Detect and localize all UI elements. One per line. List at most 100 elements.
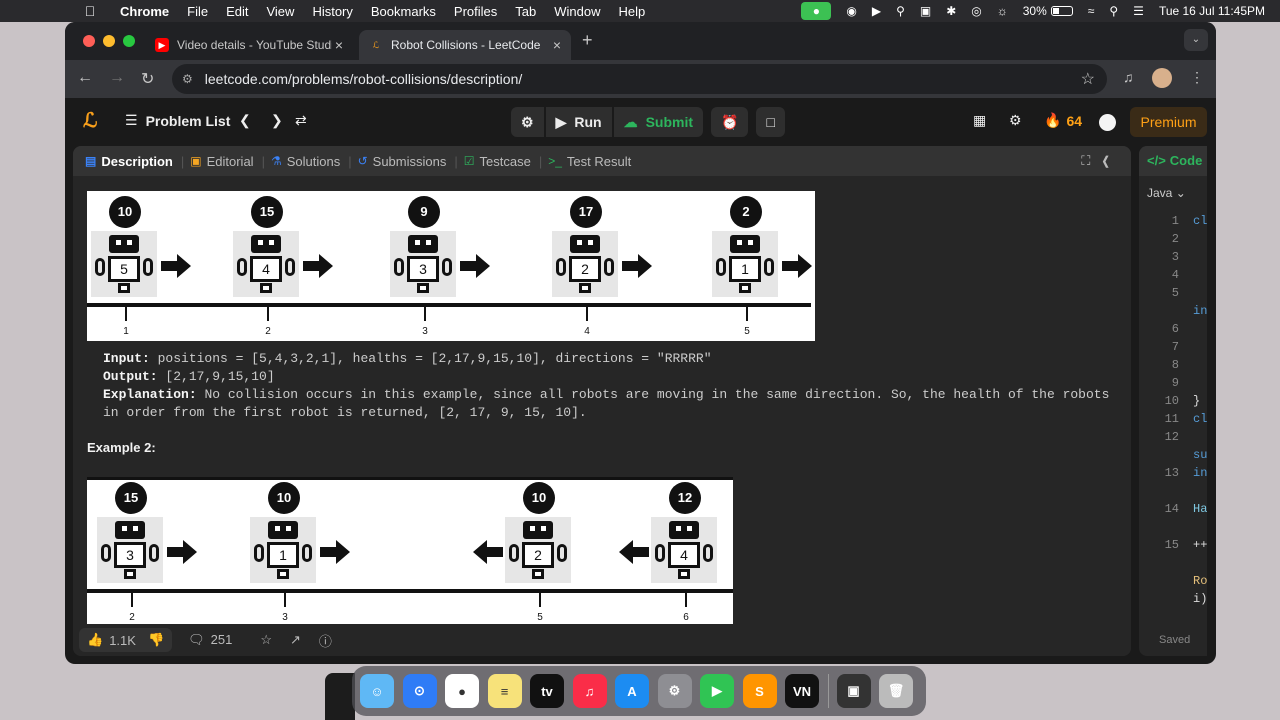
debug-icon[interactable]: ⚙: [511, 107, 544, 137]
minimize-window-button[interactable]: [103, 35, 115, 47]
maximize-window-button[interactable]: [123, 35, 135, 47]
menu-window[interactable]: Window: [554, 4, 600, 19]
menu-tab[interactable]: Tab: [515, 4, 536, 19]
submit-button[interactable]: ☁ Submit: [613, 107, 704, 137]
menu-edit[interactable]: Edit: [226, 4, 248, 19]
tab-leetcode[interactable]: ℒ Robot Collisions - LeetCode ×: [359, 30, 571, 60]
prev-problem-chevron-icon[interactable]: ❮: [239, 112, 251, 129]
play-icon[interactable]: ▶: [872, 4, 881, 18]
share-icon[interactable]: ↗: [290, 632, 301, 648]
language-select[interactable]: Java ⌄: [1147, 186, 1207, 200]
tab-youtube-studio[interactable]: ▶ Video details - YouTube Studio ×: [145, 30, 353, 60]
sublime-text-icon[interactable]: S: [742, 674, 777, 708]
code-panel-header[interactable]: </> Code: [1139, 146, 1207, 176]
layout-grid-icon[interactable]: ▦: [973, 112, 986, 129]
expand-icon[interactable]: ⛶: [1081, 153, 1102, 168]
url-text[interactable]: leetcode.com/problems/robot-collisions/d…: [205, 71, 522, 87]
timer-icon[interactable]: ⏰: [711, 107, 749, 137]
notes-icon[interactable]: ≡: [487, 674, 522, 708]
vn-editor-icon[interactable]: ▣: [836, 674, 871, 708]
robot-figure: 4: [651, 517, 717, 583]
favorite-star-icon[interactable]: ☆: [260, 632, 272, 648]
tab-editorial[interactable]: ▣ Editorial: [190, 154, 253, 169]
spotlight-search-icon[interactable]: ⚲: [1109, 4, 1118, 18]
problem-list-button[interactable]: ☰ Problem List: [125, 112, 230, 129]
new-tab-button[interactable]: +: [582, 30, 593, 51]
right-arrow-icon: [161, 254, 191, 278]
battery-icon: [1050, 6, 1073, 16]
finder-icon[interactable]: ☺: [360, 674, 394, 708]
facetime-icon[interactable]: ▶: [700, 674, 734, 708]
tab-label: Solutions: [286, 153, 341, 169]
menu-app-name[interactable]: Chrome: [120, 4, 169, 19]
thumbs-down-icon[interactable]: 👎: [148, 632, 164, 648]
robot-health-badge: 17: [570, 196, 602, 228]
vn-icon[interactable]: VN: [785, 674, 819, 708]
comments-button[interactable]: 🗨 251: [188, 632, 232, 648]
like-button[interactable]: 👍 1.1K 👎: [79, 628, 173, 652]
settings-gear-icon[interactable]: ⚙: [1009, 112, 1022, 129]
menu-profiles[interactable]: Profiles: [454, 4, 497, 19]
music-icon[interactable]: ♫: [572, 674, 607, 708]
control-center-icon[interactable]: ☰: [1133, 4, 1144, 18]
bookmark-star-icon[interactable]: ☆: [1081, 69, 1095, 89]
app-store-icon[interactable]: A: [615, 674, 649, 708]
tab-submissions[interactable]: ↺ Submissions: [358, 154, 447, 169]
apple-icon[interactable]: : [82, 3, 98, 19]
media-controls-icon[interactable]: ♫: [1123, 69, 1134, 85]
profile-avatar[interactable]: [1152, 68, 1172, 91]
robot-number-label: 2: [522, 542, 554, 568]
left-arrow-icon: [473, 540, 503, 564]
example-1-diagram: 10 5 1 15 4 2 9 3 3 17 2 4 2 1 5: [87, 191, 815, 341]
forward-icon[interactable]: →: [109, 69, 125, 87]
menu-file[interactable]: File: [187, 4, 208, 19]
clock[interactable]: Tue 16 Jul 11:45PM: [1159, 4, 1265, 18]
fork-icon[interactable]: ⚲: [896, 4, 905, 18]
leetcode-logo-icon[interactable]: ℒ: [83, 108, 97, 133]
trash-icon[interactable]: 🗑: [879, 674, 913, 708]
bluetooth-icon[interactable]: ✱: [946, 4, 956, 18]
next-problem-chevron-icon[interactable]: ❯: [271, 112, 283, 129]
close-window-button[interactable]: [83, 35, 95, 47]
notes-icon[interactable]: □: [756, 107, 785, 137]
back-icon[interactable]: ←: [77, 69, 93, 87]
menu-bookmarks[interactable]: Bookmarks: [371, 4, 436, 19]
brightness-icon[interactable]: ☼: [997, 4, 1008, 18]
address-bar[interactable]: ⚙ leetcode.com/problems/robot-collisions…: [172, 64, 1107, 94]
run-button[interactable]: ▶ Run: [545, 107, 612, 137]
leetcode-favicon-icon: ℒ: [372, 39, 380, 50]
site-info-icon[interactable]: ⚙: [182, 72, 193, 86]
airdrop-icon[interactable]: ◎: [971, 4, 981, 18]
tab-solutions[interactable]: ⚗ Solutions: [271, 154, 340, 169]
safari-icon[interactable]: ⊙: [402, 674, 437, 708]
camera-icon[interactable]: ●: [801, 2, 832, 20]
close-tab-icon[interactable]: ×: [335, 37, 343, 53]
right-arrow-icon: [460, 254, 490, 278]
tab-search-chevron-icon[interactable]: ⌄: [1184, 29, 1208, 51]
streak-counter[interactable]: 🔥 64: [1044, 112, 1082, 129]
menu-help[interactable]: Help: [619, 4, 646, 19]
collapse-chevron-icon[interactable]: ❮: [1102, 153, 1121, 168]
tab-description[interactable]: ▤ Description: [85, 154, 173, 169]
wifi-icon[interactable]: ≈: [1088, 4, 1095, 18]
menu-history[interactable]: History: [312, 4, 352, 19]
system-settings-icon[interactable]: ⚙: [657, 674, 692, 708]
shuffle-icon[interactable]: ⇄: [295, 112, 307, 129]
premium-button[interactable]: Premium: [1130, 107, 1207, 137]
chrome-menu-icon[interactable]: ⋮: [1190, 69, 1204, 86]
display-icon[interactable]: ▣: [920, 4, 931, 18]
tab-test-result[interactable]: >_ Test Result: [548, 154, 631, 169]
code-token: Ha: [1193, 502, 1207, 516]
apple-tv-icon[interactable]: tv: [530, 674, 564, 708]
menu-view[interactable]: View: [266, 4, 294, 19]
reload-icon[interactable]: ↻: [141, 69, 154, 89]
chrome-icon[interactable]: ●: [445, 674, 479, 708]
help-icon[interactable]: ⓘ: [319, 631, 332, 650]
screen-record-icon[interactable]: ◉: [846, 4, 856, 18]
robot-health-badge: 2: [730, 196, 762, 228]
problem-content: 10 5 1 15 4 2 9 3 3 17 2 4 2 1 5 Input: positions = [5…: [87, 184, 1127, 624]
battery-status[interactable]: 30%: [1023, 4, 1073, 18]
close-tab-icon[interactable]: ×: [553, 37, 561, 53]
tab-testcase[interactable]: ☑ Testcase: [464, 154, 531, 169]
user-avatar[interactable]: [1099, 114, 1116, 131]
